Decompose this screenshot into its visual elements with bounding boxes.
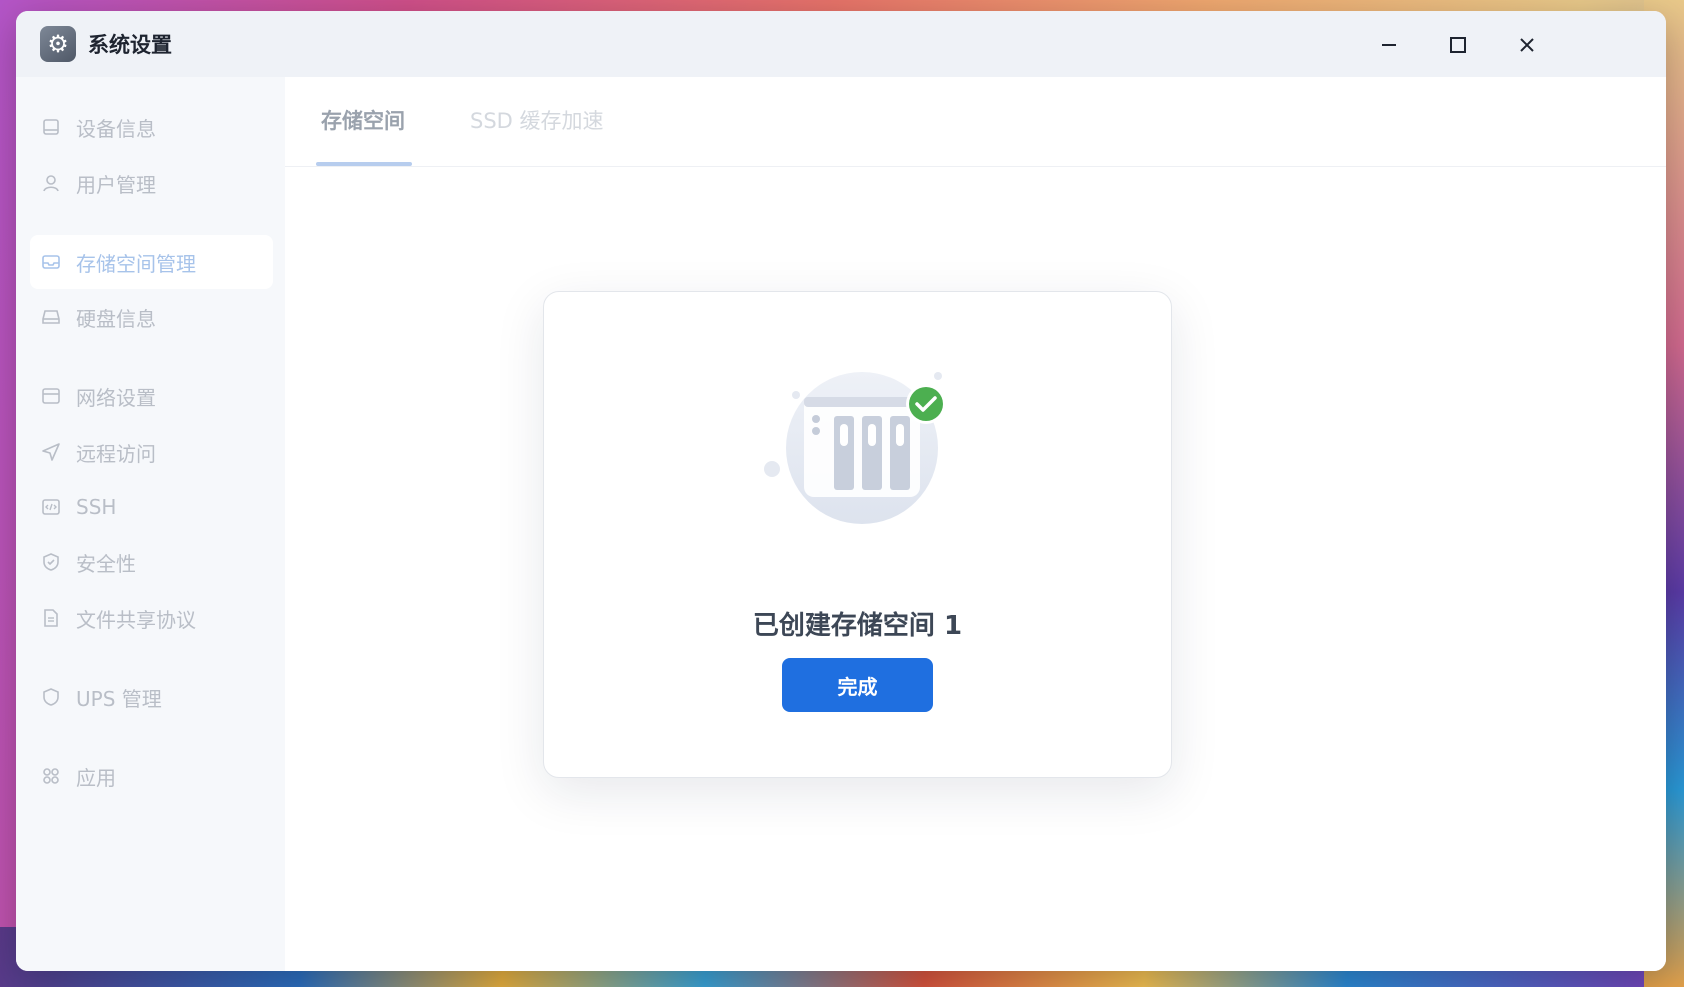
sidebar-item-remote-access[interactable]: 远程访问 (30, 425, 273, 479)
sidebar-item-file-sharing[interactable]: 文件共享协议 (30, 591, 273, 645)
sidebar-item-label: 存储空间管理 (76, 251, 196, 276)
sidebar-item-network[interactable]: 网络设置 (30, 369, 273, 423)
done-button[interactable]: 完成 (782, 658, 933, 712)
disk-icon (40, 306, 62, 328)
sidebar-item-label: 用户管理 (76, 172, 156, 197)
sidebar-item-storage[interactable]: 存储空间管理 (30, 235, 273, 289)
apps-icon (40, 765, 62, 787)
settings-window: ⚙ 系统设置 设备信息 用户管理 存储空间管理 硬盘信息 网络设置 远程访问 S… (16, 11, 1666, 971)
sidebar-item-label: 应用 (76, 765, 116, 790)
sidebar-item-label: 文件共享协议 (76, 607, 196, 632)
shield-check-icon (40, 551, 62, 573)
maximize-button[interactable] (1438, 25, 1478, 65)
success-dialog: 已创建存储空间 1 完成 (543, 291, 1172, 778)
sidebar-item-label: 安全性 (76, 551, 136, 576)
minimize-icon (1382, 44, 1396, 46)
sidebar: 设备信息 用户管理 存储空间管理 硬盘信息 网络设置 远程访问 SSH 安全性 (16, 77, 285, 971)
sidebar-item-apps[interactable]: 应用 (30, 749, 273, 803)
sidebar-item-label: 硬盘信息 (76, 306, 156, 331)
sidebar-item-label: 网络设置 (76, 385, 156, 410)
window-title: 系统设置 (88, 33, 172, 57)
sidebar-item-ssh[interactable]: SSH (30, 480, 273, 534)
sidebar-item-device-info[interactable]: 设备信息 (30, 100, 273, 154)
title-bar[interactable]: ⚙ 系统设置 (16, 11, 1666, 77)
dialog-message: 已创建存储空间 1 (752, 611, 963, 641)
send-icon (40, 441, 62, 463)
sidebar-item-label: 远程访问 (76, 441, 156, 466)
tab-bar: 存储空间 SSD 缓存加速 (285, 77, 1666, 167)
close-icon (1520, 38, 1534, 52)
tab-ssd-cache[interactable]: SSD 缓存加速 (470, 105, 604, 135)
tab-storage[interactable]: 存储空间 (321, 105, 405, 135)
active-tab-indicator (316, 162, 412, 166)
minimize-button[interactable] (1369, 25, 1409, 65)
sidebar-item-label: SSH (76, 495, 117, 519)
close-button[interactable] (1507, 25, 1547, 65)
sidebar-item-security[interactable]: 安全性 (30, 535, 273, 589)
file-icon (40, 607, 62, 629)
sidebar-item-label: 设备信息 (76, 116, 156, 141)
network-icon (40, 385, 62, 407)
user-icon (40, 172, 62, 194)
nas-success-icon (764, 372, 946, 524)
maximize-icon (1450, 37, 1466, 53)
sidebar-item-users[interactable]: 用户管理 (30, 156, 273, 210)
sidebar-item-label: UPS 管理 (76, 686, 162, 711)
device-icon (40, 116, 62, 138)
shield-icon (40, 686, 62, 708)
storage-icon (40, 251, 62, 273)
gear-icon: ⚙ (40, 26, 76, 62)
code-icon (40, 496, 62, 518)
sidebar-item-disk-info[interactable]: 硬盘信息 (30, 290, 273, 344)
sidebar-item-ups[interactable]: UPS 管理 (30, 670, 273, 724)
